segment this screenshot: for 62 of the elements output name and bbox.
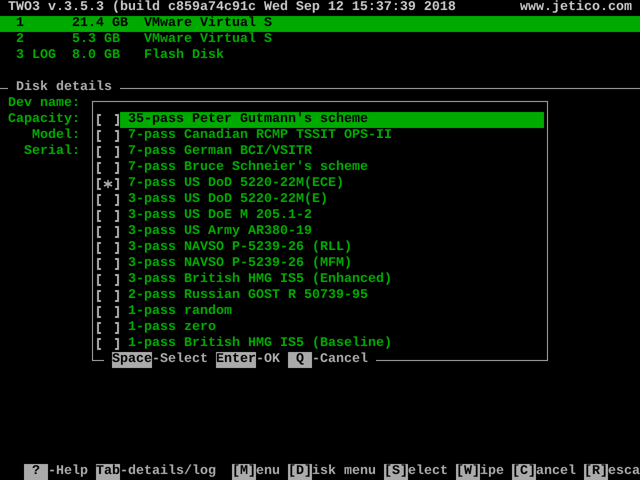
key-action: ipe xyxy=(480,464,504,480)
checkbox[interactable] xyxy=(96,336,120,352)
field-label: Dev name: xyxy=(8,96,80,112)
website-label: www.jetico.com xyxy=(520,0,632,16)
wipe-method-item[interactable]: 3-pass NAVSO P-5239-26 (RLL) xyxy=(120,240,544,256)
checkbox[interactable] xyxy=(96,112,120,128)
key-label: [M] xyxy=(232,464,256,480)
key-label: Space xyxy=(112,352,152,368)
key-action: esca xyxy=(608,464,640,480)
key-action: enu xyxy=(256,464,280,480)
field-label: Capacity: xyxy=(8,112,80,128)
key-action: -Cancel xyxy=(312,352,368,368)
checkbox[interactable] xyxy=(96,256,120,272)
checkbox[interactable] xyxy=(96,272,120,288)
wipe-method-item[interactable]: 1-pass random xyxy=(120,304,544,320)
key-action: -OK xyxy=(256,352,280,368)
key-label: Q xyxy=(288,352,312,368)
checkbox[interactable] xyxy=(96,240,120,256)
disk-row[interactable]: 3 LOG 8.0 GB Flash Disk xyxy=(0,48,640,64)
checkbox[interactable] xyxy=(96,224,120,240)
key-label: [D] xyxy=(288,464,312,480)
checkbox[interactable] xyxy=(96,144,120,160)
key-label: ? xyxy=(24,464,48,480)
key-label: [S] xyxy=(384,464,408,480)
wipe-method-item[interactable]: 3-pass British HMG IS5 (Enhanced) xyxy=(120,272,544,288)
checkbox[interactable] xyxy=(96,304,120,320)
section-title: Disk details xyxy=(15,80,113,96)
wipe-method-item[interactable]: 3-pass US DoE M 205.1-2 xyxy=(120,208,544,224)
key-action: elect xyxy=(408,464,448,480)
checkbox[interactable] xyxy=(96,192,120,208)
checkbox[interactable] xyxy=(96,176,120,192)
checkbox[interactable] xyxy=(96,128,120,144)
checkbox[interactable] xyxy=(96,160,120,176)
key-action: isk menu xyxy=(312,464,376,480)
wipe-method-item[interactable]: 3-pass US Army AR380-19 xyxy=(120,224,544,240)
field-label: Serial: xyxy=(23,144,80,160)
wipe-method-item[interactable]: 3-pass US DoD 5220-22M(E) xyxy=(120,192,544,208)
wipe-method-item[interactable]: 7-pass Bruce Schneier's scheme xyxy=(120,160,544,176)
key-label: [C] xyxy=(512,464,536,480)
wipe-method-item[interactable]: 7-pass German BCI/VSITR xyxy=(120,144,544,160)
key-action: -Select xyxy=(152,352,208,368)
wipe-method-item[interactable]: 7-pass Canadian RCMP TSSIT OPS-II xyxy=(120,128,544,144)
key-action: -details/log xyxy=(120,464,216,480)
key-label: [R] xyxy=(584,464,608,480)
key-action: ancel xyxy=(536,464,576,480)
checkbox[interactable] xyxy=(96,288,120,304)
wipe-method-item[interactable]: 2-pass Russian GOST R 50739-95 xyxy=(120,288,544,304)
wipe-method-item[interactable]: 7-pass US DoD 5220-22M(ECE) xyxy=(120,176,544,192)
checkbox[interactable] xyxy=(96,320,120,336)
wipe-method-item[interactable]: 3-pass NAVSO P-5239-26 (MFM) xyxy=(120,256,544,272)
app-title: TWO3 v.3.5.3 (build c859a74c91c Wed Sep 12 15:37:39 2018 xyxy=(8,0,456,16)
wipe-method-item[interactable]: 35-pass Peter Gutmann's scheme xyxy=(120,112,544,128)
key-label: Tab xyxy=(96,464,120,480)
field-label: Model: xyxy=(31,128,80,144)
key-label: [W] xyxy=(456,464,480,480)
wipe-method-item[interactable]: 1-pass zero xyxy=(120,320,544,336)
checkbox[interactable] xyxy=(96,208,120,224)
disk-row[interactable]: 2 5.3 GB VMware Virtual S xyxy=(0,32,640,48)
wipe-method-item[interactable]: 1-pass British HMG IS5 (Baseline) xyxy=(120,336,544,352)
key-action: -Help xyxy=(48,464,88,480)
key-label: Enter xyxy=(216,352,256,368)
disk-row[interactable]: 1 21.4 GB VMware Virtual S xyxy=(0,16,640,32)
